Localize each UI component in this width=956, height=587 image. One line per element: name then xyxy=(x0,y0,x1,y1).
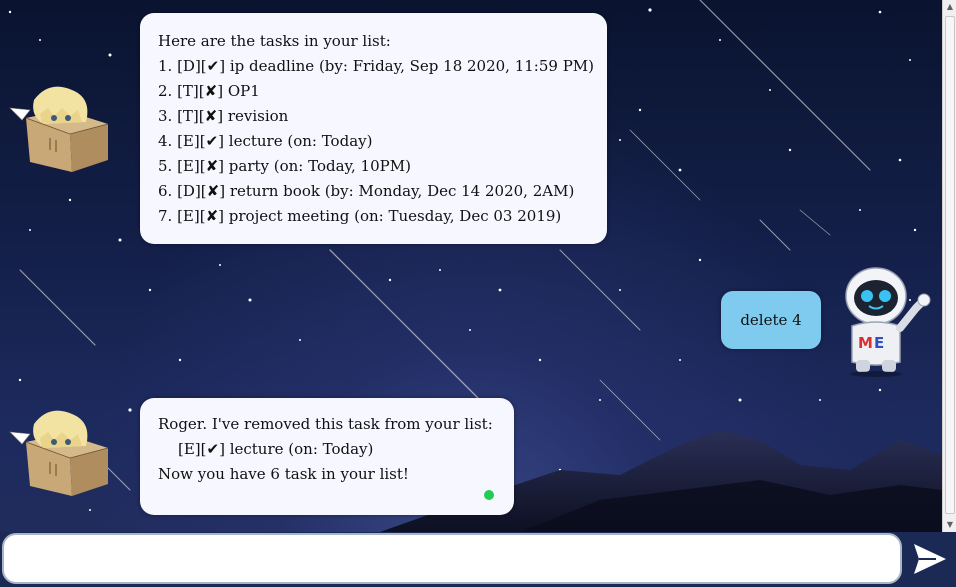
send-arrow-icon xyxy=(914,544,946,574)
send-button[interactable] xyxy=(906,536,954,582)
task-item: 6. [D][✘] return book (by: Monday, Dec 1… xyxy=(158,182,575,200)
task-item: 7. [E][✘] project meeting (on: Tuesday, … xyxy=(158,207,562,225)
scroll-down-arrow-icon[interactable]: ▼ xyxy=(944,518,956,532)
scroll-up-arrow-icon[interactable]: ▲ xyxy=(944,0,956,14)
task-item: 2. [T][✘] OP1 xyxy=(158,82,260,100)
task-item: 1. [D][✔] ip deadline (by: Friday, Sep 1… xyxy=(158,57,595,75)
task-item: 4. [E][✔] lecture (on: Today) xyxy=(158,132,373,150)
task-item: 5. [E][✘] party (on: Today, 10PM) xyxy=(158,157,411,175)
message-line: Here are the tasks in your list: xyxy=(158,32,391,50)
message-line: Now you have 6 task in your list! xyxy=(158,465,409,483)
task-item: 3. [T][✘] revision xyxy=(158,107,289,125)
bot-message-bubble: Here are the tasks in your list: 1. [D][… xyxy=(140,13,607,244)
user-message-bubble: delete 4 xyxy=(721,291,821,349)
svg-text:E: E xyxy=(874,334,884,352)
scrollbar-thumb[interactable] xyxy=(945,16,955,514)
chat-dialog-area: Here are the tasks in your list: 1. [D][… xyxy=(0,0,942,532)
bot-avatar-icon xyxy=(9,86,109,172)
bot-avatar-icon xyxy=(9,410,109,496)
online-status-icon xyxy=(484,490,494,500)
message-line: Roger. I've removed this task from your … xyxy=(158,415,493,433)
task-item: [E][✔] lecture (on: Today) xyxy=(178,440,374,458)
message-input[interactable] xyxy=(2,533,902,584)
user-avatar-icon: M E xyxy=(845,267,931,377)
svg-text:M: M xyxy=(858,334,873,352)
vertical-scrollbar[interactable]: ▲ ▼ xyxy=(942,0,956,532)
bot-message-bubble: Roger. I've removed this task from your … xyxy=(140,398,514,515)
